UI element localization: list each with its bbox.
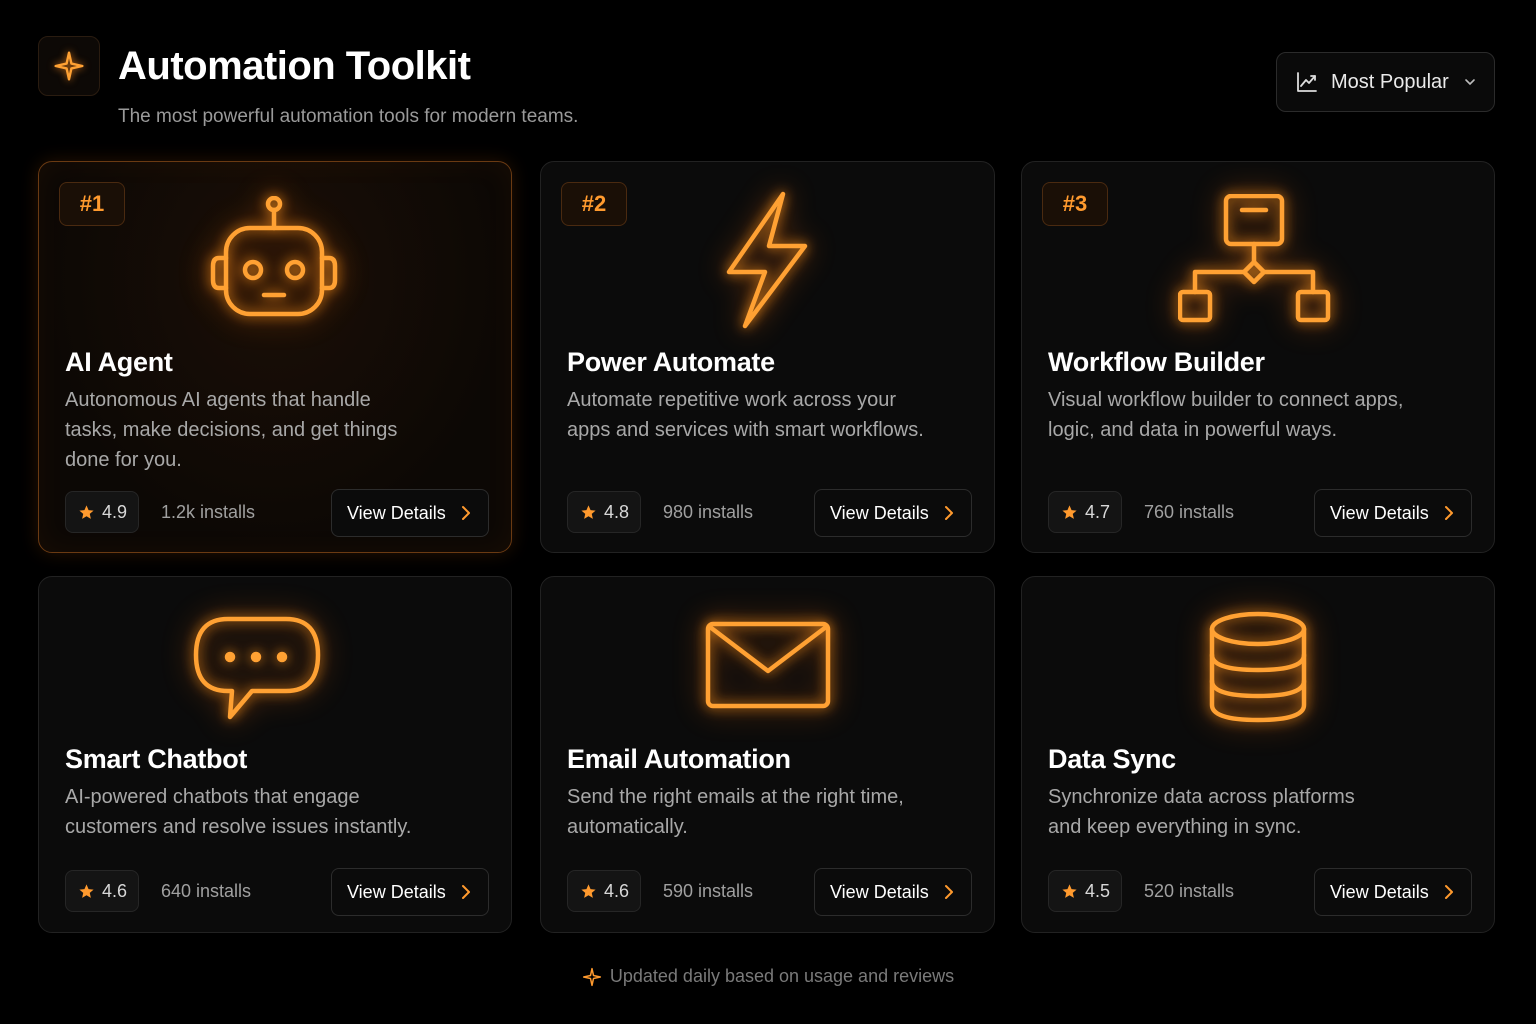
card-title: AI Agent (65, 347, 173, 377)
workflow-icon (1178, 194, 1331, 323)
install-count: 760 installs (1144, 502, 1235, 522)
sort-label: Most Popular (1331, 70, 1449, 93)
view-details-button[interactable]: View Details (331, 489, 489, 537)
tool-card-smart-chatbot: Smart Chatbot AI-powered chatbots that e… (38, 576, 512, 933)
card-description: Automate repetitive work across your apps… (567, 389, 924, 441)
database-icon (1209, 611, 1307, 723)
card-title: Data Sync (1048, 744, 1176, 774)
install-count: 980 installs (663, 502, 754, 522)
rating-badge: 4.9 (65, 491, 139, 533)
chevron-right-icon (461, 885, 470, 899)
view-details-label: View Details (347, 881, 446, 902)
tool-card-ai-agent: #1 AI Agent Autonomous AI agents that ha… (38, 161, 512, 553)
sparkle-icon (582, 967, 601, 986)
view-details-label: View Details (347, 502, 446, 523)
view-details-label: View Details (830, 881, 929, 902)
card-description: Synchronize data across platforms and kee… (1048, 786, 1355, 838)
card-title: Smart Chatbot (65, 744, 248, 774)
rating-badge: 4.8 (567, 491, 641, 533)
star-icon (1062, 883, 1077, 898)
tool-card-workflow-builder: #3 Workflow Builder Visual workflow buil… (1021, 161, 1495, 553)
card-description: Visual workflow builder to connect apps,… (1048, 389, 1404, 441)
view-details-button[interactable]: View Details (1314, 868, 1472, 916)
view-details-label: View Details (1330, 502, 1429, 523)
rank-badge: #2 (561, 182, 627, 226)
card-description: Autonomous AI agents that handle tasks, m… (65, 389, 398, 471)
rating-value: 4.5 (1085, 880, 1111, 901)
tool-card-power-automate: #2 Power Automate Automate repetitive wo… (540, 161, 995, 553)
page-title: Automation Toolkit (118, 44, 471, 88)
tool-card-email-automation: Email Automation Send the right emails a… (540, 576, 995, 933)
view-details-label: View Details (830, 502, 929, 523)
card-title: Power Automate (567, 347, 775, 377)
view-details-button[interactable]: View Details (1314, 489, 1472, 537)
rank-badge: #1 (59, 182, 125, 226)
view-details-button[interactable]: View Details (331, 868, 489, 916)
install-count: 1.2k installs (161, 502, 256, 522)
install-count: 590 installs (663, 881, 754, 901)
rating-value: 4.6 (604, 880, 630, 901)
footer-note: Updated daily based on usage and reviews (0, 966, 1536, 987)
chevron-right-icon (944, 506, 953, 520)
card-title: Workflow Builder (1048, 347, 1265, 377)
card-title: Email Automation (567, 744, 791, 774)
robot-icon (210, 196, 338, 317)
chat-bubble-icon (193, 616, 321, 720)
star-icon (581, 883, 596, 898)
chevron-down-icon (1465, 79, 1475, 86)
view-details-label: View Details (1330, 881, 1429, 902)
chevron-right-icon (944, 885, 953, 899)
footer-text: Updated daily based on usage and reviews (609, 966, 955, 986)
card-description: Send the right emails at the right time,… (567, 786, 904, 838)
star-icon (581, 504, 596, 519)
rating-badge: 4.7 (1048, 491, 1122, 533)
chevron-right-icon (461, 506, 470, 520)
chevron-right-icon (1444, 506, 1453, 520)
rank-badge: #3 (1042, 182, 1108, 226)
rating-value: 4.7 (1085, 501, 1111, 522)
star-icon (79, 883, 94, 898)
page-subtitle: The most powerful automation tools for m… (118, 106, 579, 127)
envelope-icon (705, 621, 831, 709)
star-icon (79, 504, 94, 519)
rating-badge: 4.6 (65, 870, 139, 912)
star-icon (1062, 504, 1077, 519)
tool-card-data-sync: Data Sync Synchronize data across platfo… (1021, 576, 1495, 933)
rating-badge: 4.5 (1048, 870, 1122, 912)
view-details-button[interactable]: View Details (814, 489, 972, 537)
rating-badge: 4.6 (567, 870, 641, 912)
view-details-button[interactable]: View Details (814, 868, 972, 916)
install-count: 640 installs (161, 881, 252, 901)
rating-value: 4.6 (102, 880, 128, 901)
rating-value: 4.8 (604, 501, 630, 522)
card-description: AI-powered chatbots that engage customers… (65, 786, 412, 838)
sort-dropdown[interactable]: Most Popular (1276, 52, 1495, 112)
trend-chart-icon (1297, 72, 1317, 92)
app-logo (38, 36, 100, 96)
lightning-icon (726, 191, 808, 329)
rating-value: 4.9 (102, 501, 128, 522)
chevron-right-icon (1444, 885, 1453, 899)
install-count: 520 installs (1144, 881, 1235, 901)
sparkle-icon (54, 51, 84, 81)
